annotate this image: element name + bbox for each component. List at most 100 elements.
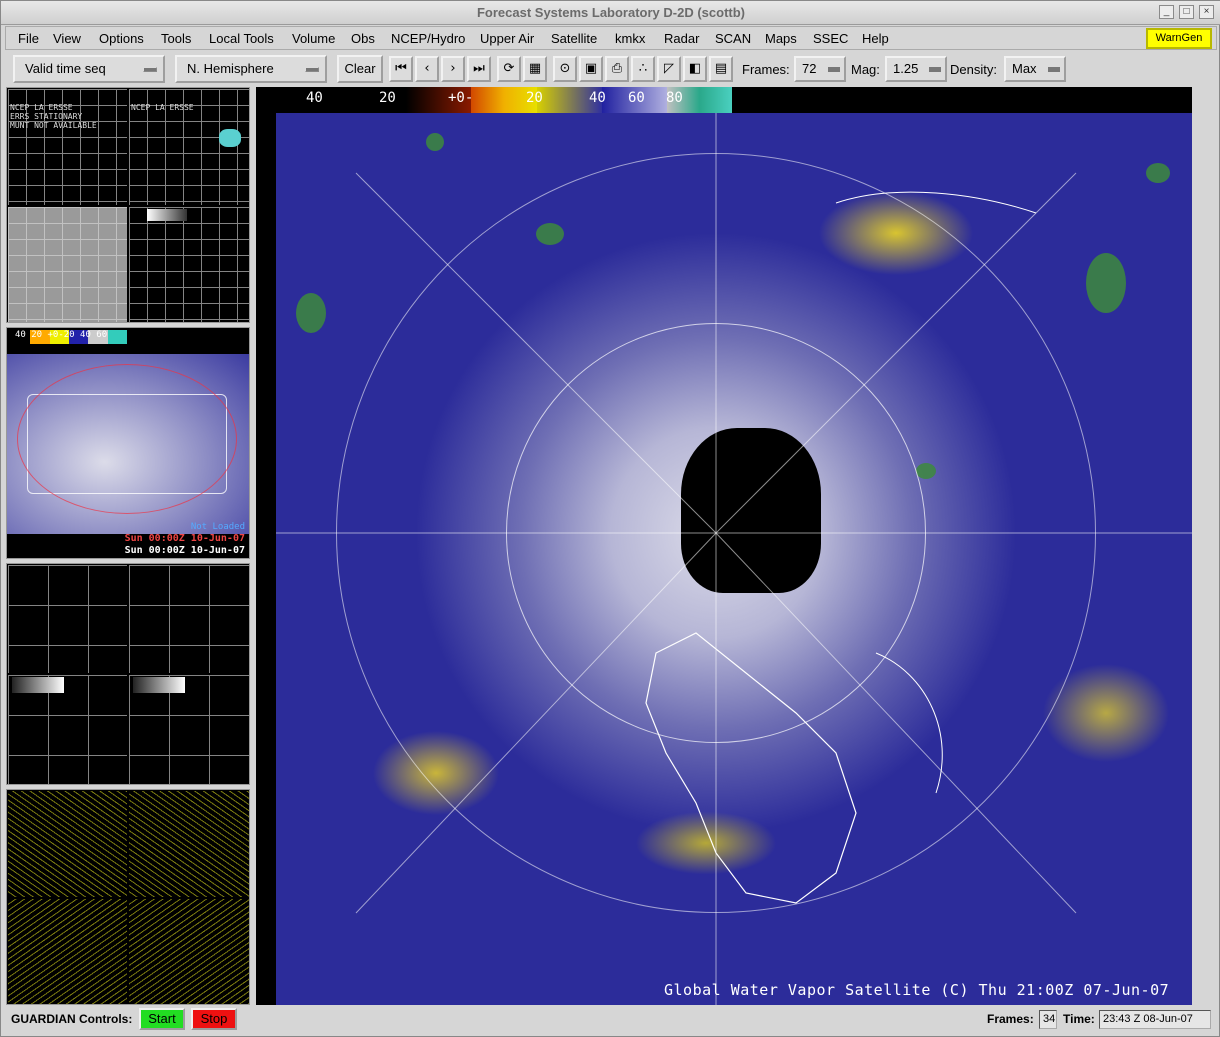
thumbnail-cell (129, 565, 249, 673)
colorbar-label: 40 (306, 90, 323, 106)
minimize-icon[interactable]: _ (1159, 5, 1174, 19)
menu-view[interactable]: View (53, 31, 81, 46)
last-frame-icon[interactable]: ⏭ (467, 56, 491, 82)
main-map-display[interactable]: 40 20 +0- 20 40 60 80 Global Water Vapor… (256, 87, 1192, 1005)
time-mode-value: Valid time seq (25, 61, 106, 76)
menu-satellite[interactable]: Satellite (551, 31, 597, 46)
dropdown-arrow-icon (1048, 67, 1060, 72)
dropdown-arrow-icon (828, 67, 840, 72)
menu-options[interactable]: Options (99, 31, 144, 46)
water-vapor-image (276, 113, 1192, 1005)
menu-kmkx[interactable]: kmkx (615, 31, 645, 46)
colorbar-label: 20 (526, 90, 543, 106)
colorbar-label: 60 (628, 90, 645, 106)
panel-time-red: Sun 00:00Z 10-Jun-07 (124, 533, 245, 544)
menu-file[interactable]: File (18, 31, 39, 46)
radar-echo (219, 129, 241, 147)
mag-value: 1.25 (893, 61, 919, 76)
thumbnail-panel-florida[interactable] (6, 563, 250, 785)
panel-time-white: Sun 00:00Z 10-Jun-07 (124, 545, 245, 556)
close-icon[interactable]: × (1199, 5, 1214, 19)
menu-local-tools[interactable]: Local Tools (209, 31, 274, 46)
thumbnail-cell (8, 791, 127, 897)
refresh-icon[interactable]: ⊙ (553, 56, 577, 82)
menu-volume[interactable]: Volume (292, 31, 335, 46)
mini-colorbar-labels: 40 20 +0-20 40 60 (15, 330, 108, 340)
menu-help[interactable]: Help (862, 31, 889, 46)
thumbnail-cell: NCEP LA ERSSE ERRS STATIONARY MUNT NOT A… (8, 89, 127, 205)
thumbnail-cell: NCEP LA ERSSE (129, 89, 249, 205)
thumbnail-cell (129, 899, 249, 1004)
thumbnail-cell (8, 899, 127, 1004)
menu-tools[interactable]: Tools (161, 31, 191, 46)
colorbar-label: 20 (379, 90, 396, 106)
toolbar: Valid time seq N. Hemisphere Clear ⏮ ‹ ›… (5, 52, 1217, 86)
map-caption: Global Water Vapor Satellite (C) Thu 21:… (664, 981, 1170, 999)
time-status-label: Time: (1063, 1012, 1095, 1026)
right-scroll-area (1193, 87, 1219, 1005)
colorbar-label: +0- (448, 90, 474, 106)
projection-dropdown[interactable]: N. Hemisphere (175, 55, 327, 83)
multi-pane-icon[interactable]: ▤ (709, 56, 733, 82)
frames-label: Frames: (742, 62, 790, 77)
warngen-button[interactable]: WarnGen (1146, 28, 1212, 49)
menu-obs[interactable]: Obs (351, 31, 375, 46)
next-frame-icon[interactable]: › (441, 56, 465, 82)
density-label: Density: (950, 62, 997, 77)
guardian-start-button[interactable]: Start (139, 1008, 185, 1030)
thumbnail-cell (8, 565, 127, 673)
thumbnail-panel-radar[interactable]: NCEP LA ERSSE ERRS STATIONARY MUNT NOT A… (6, 87, 250, 323)
menu-scan[interactable]: SCAN (715, 31, 751, 46)
frames-dropdown[interactable]: 72 (794, 56, 846, 82)
grayscale-bar (133, 677, 185, 693)
menu-ssec[interactable]: SSEC (813, 31, 848, 46)
menu-upper-air[interactable]: Upper Air (480, 31, 534, 46)
thumbnail-cell (129, 207, 249, 322)
pan-icon[interactable]: ◸ (657, 56, 681, 82)
thumbnail-label: NCEP LA ERSSE (131, 103, 194, 112)
projection-value: N. Hemisphere (187, 61, 274, 76)
thumbnail-panel-station-plots[interactable] (6, 789, 250, 1005)
menu-ncep-hydro[interactable]: NCEP/Hydro (391, 31, 465, 46)
menu-maps[interactable]: Maps (765, 31, 797, 46)
loop-icon[interactable]: ⟳ (497, 56, 521, 82)
time-status-value: 23:43 Z 08-Jun-07 (1099, 1010, 1211, 1029)
thumbnail-panes: NCEP LA ERSSE ERRS STATIONARY MUNT NOT A… (6, 87, 250, 1005)
maximize-icon[interactable]: □ (1179, 5, 1194, 19)
grayscale-bar (147, 209, 187, 221)
colorbar-label: 80 (666, 90, 683, 106)
thumbnail-cell (8, 675, 127, 784)
pane-layout-icon[interactable]: ◧ (683, 56, 707, 82)
first-frame-icon[interactable]: ⏮ (389, 56, 413, 82)
frames-value: 72 (802, 61, 817, 76)
thumbnail-cell (129, 791, 249, 897)
dropdown-arrow-icon (305, 67, 319, 72)
thumbnail-label: NCEP LA ERSSE ERRS STATIONARY MUNT NOT A… (10, 103, 97, 130)
window-title: Forecast Systems Laboratory D-2D (scottb… (476, 5, 745, 20)
status-bar: GUARDIAN Controls: Start Stop Frames: 34… (5, 1007, 1217, 1035)
mag-dropdown[interactable]: 1.25 (885, 56, 947, 82)
us-wv-image (7, 354, 249, 534)
colorbar (276, 87, 732, 113)
display-icon[interactable]: ▣ (579, 56, 603, 82)
print-icon[interactable]: ⎙ (605, 56, 629, 82)
image-properties-icon[interactable]: ▦ (523, 56, 547, 82)
grayscale-bar (12, 677, 64, 693)
thumbnail-cell (129, 675, 249, 784)
menu-radar[interactable]: Radar (664, 31, 699, 46)
thumbnail-panel-us-watervapor[interactable]: 40 20 +0-20 40 60 Not Loaded Sun 00:00Z … (6, 327, 250, 559)
clear-button[interactable]: Clear (337, 55, 383, 83)
map-overlay (276, 113, 1192, 1005)
contour-lines (17, 364, 237, 514)
density-dropdown[interactable]: Max (1004, 56, 1066, 82)
mag-label: Mag: (851, 62, 880, 77)
points-icon[interactable]: ∴ (631, 56, 655, 82)
prev-frame-icon[interactable]: ‹ (415, 56, 439, 82)
guardian-label: GUARDIAN Controls: (11, 1012, 133, 1026)
time-mode-dropdown[interactable]: Valid time seq (13, 55, 165, 83)
frames-status-value: 34 (1039, 1010, 1057, 1029)
frames-status-label: Frames: (987, 1012, 1034, 1026)
density-value: Max (1012, 61, 1037, 76)
guardian-stop-button[interactable]: Stop (191, 1008, 237, 1030)
thumbnail-cell (8, 207, 127, 322)
